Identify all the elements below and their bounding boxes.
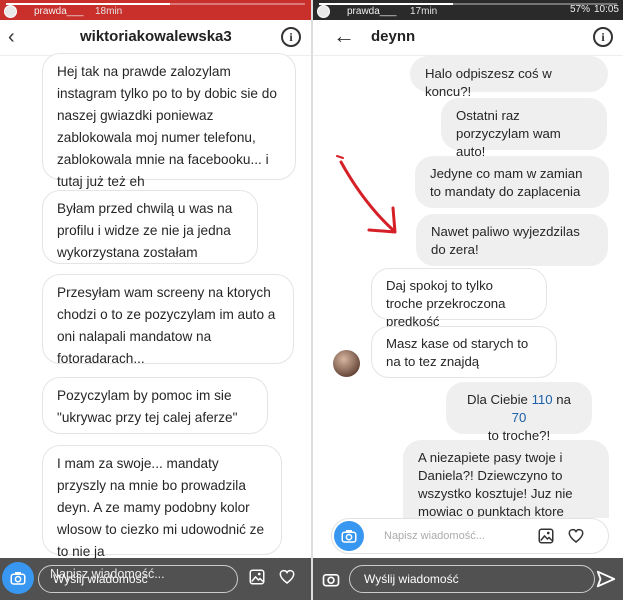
red-arrow-doodle: [336, 155, 397, 234]
left-screenshot-panel: prawda___ 18min ‹ wiktoriakowalewska3 i …: [0, 0, 311, 600]
message-bubble: I mam za swoje... mandaty przyszly na mn…: [42, 445, 282, 559]
message-bubble-sent: Halo odpiszesz coś w koncu?!: [410, 56, 608, 99]
back-arrow-icon[interactable]: ‹: [8, 26, 15, 48]
text-segment: na: [552, 392, 571, 407]
conversation-title[interactable]: deynn: [371, 28, 415, 45]
speed-value: 110: [531, 392, 553, 407]
gallery-icon[interactable]: [248, 568, 266, 586]
battery-level: 57%: [569, 4, 590, 15]
message-bubble: Przesyłam wam screeny na ktorych chodzi …: [42, 274, 294, 366]
back-arrow-icon[interactable]: ←: [333, 25, 355, 47]
composer-placeholder: Napisz wiadomość...: [384, 530, 485, 542]
message-bubble-sent: Dla Ciebie 110 na 70 to troche?!: [446, 382, 592, 443]
composer-actions: [248, 568, 296, 586]
story-header: prawda___ 18min: [0, 0, 311, 20]
composer-actions: [537, 527, 585, 545]
heart-icon[interactable]: [278, 568, 296, 586]
message-bubble-sent: Ostatni raz porzyczylam wam auto!: [441, 98, 607, 159]
story-username[interactable]: prawda___: [347, 6, 396, 17]
message-bubble: Pozyczylam by pomoc im sie "ukrywac przy…: [42, 377, 268, 434]
camera-icon: [341, 530, 357, 543]
story-progress-bar: [6, 3, 305, 5]
send-icon[interactable]: [595, 568, 617, 590]
camera-icon[interactable]: [321, 569, 341, 589]
camera-icon: [10, 572, 26, 585]
reply-placeholder: Wyślij wiadomość: [364, 572, 459, 586]
gallery-icon[interactable]: [537, 527, 555, 545]
story-username[interactable]: prawda___: [34, 6, 83, 17]
camera-button[interactable]: [334, 521, 364, 551]
composer-placeholder: Napisz wiadomość...: [50, 567, 165, 581]
story-time: 18min: [95, 6, 123, 17]
heart-icon[interactable]: [567, 527, 585, 545]
message-bubble-received: Masz kase od starych to na to tez znajdą: [371, 326, 557, 378]
dm-header: ‹ wiktoriakowalewska3 i: [0, 20, 311, 56]
message-composer[interactable]: Napisz wiadomość...: [331, 518, 609, 554]
info-icon[interactable]: i: [281, 27, 301, 47]
story-header: prawda___ 17min 57% 10:05: [313, 0, 623, 20]
text-segment: Dla Ciebie: [467, 392, 532, 407]
right-screenshot-panel: prawda___ 17min 57% 10:05 ← deynn i Halo…: [313, 0, 623, 600]
message-bubble-sent: Jedyne co mam w zamian to mandaty do zap…: [415, 156, 609, 208]
clock: 10:05: [593, 4, 619, 15]
story-reply-bar: Wyślij wiadomość: [313, 558, 623, 600]
camera-button[interactable]: [2, 562, 34, 594]
story-reply-input[interactable]: Wyślij wiadomość: [349, 565, 595, 593]
status-bar: 57% 10:05: [570, 4, 619, 15]
contact-avatar[interactable]: [333, 350, 360, 377]
message-bubble: Hej tak na prawde zalozylam instagram ty…: [42, 53, 296, 189]
conversation-title[interactable]: wiktoriakowalewska3: [80, 28, 232, 45]
message-bubble-received: Daj spokoj to tylko troche przekroczona …: [371, 268, 547, 329]
message-bubble: Byłam przed chwilą u was na profilu i wi…: [42, 190, 258, 264]
story-avatar[interactable]: [4, 5, 17, 18]
story-time: 17min: [410, 6, 438, 17]
message-bubble-sent: Nawet paliwo wyjezdzilas do zera!: [416, 214, 608, 266]
story-avatar[interactable]: [317, 5, 330, 18]
dm-header: ← deynn i: [313, 20, 623, 56]
speed-limit-value: 70: [511, 410, 527, 425]
message-bubble-sent: A niezapiete pasy twoje i Daniela?! Dzie…: [403, 440, 609, 518]
info-icon[interactable]: i: [593, 27, 613, 47]
